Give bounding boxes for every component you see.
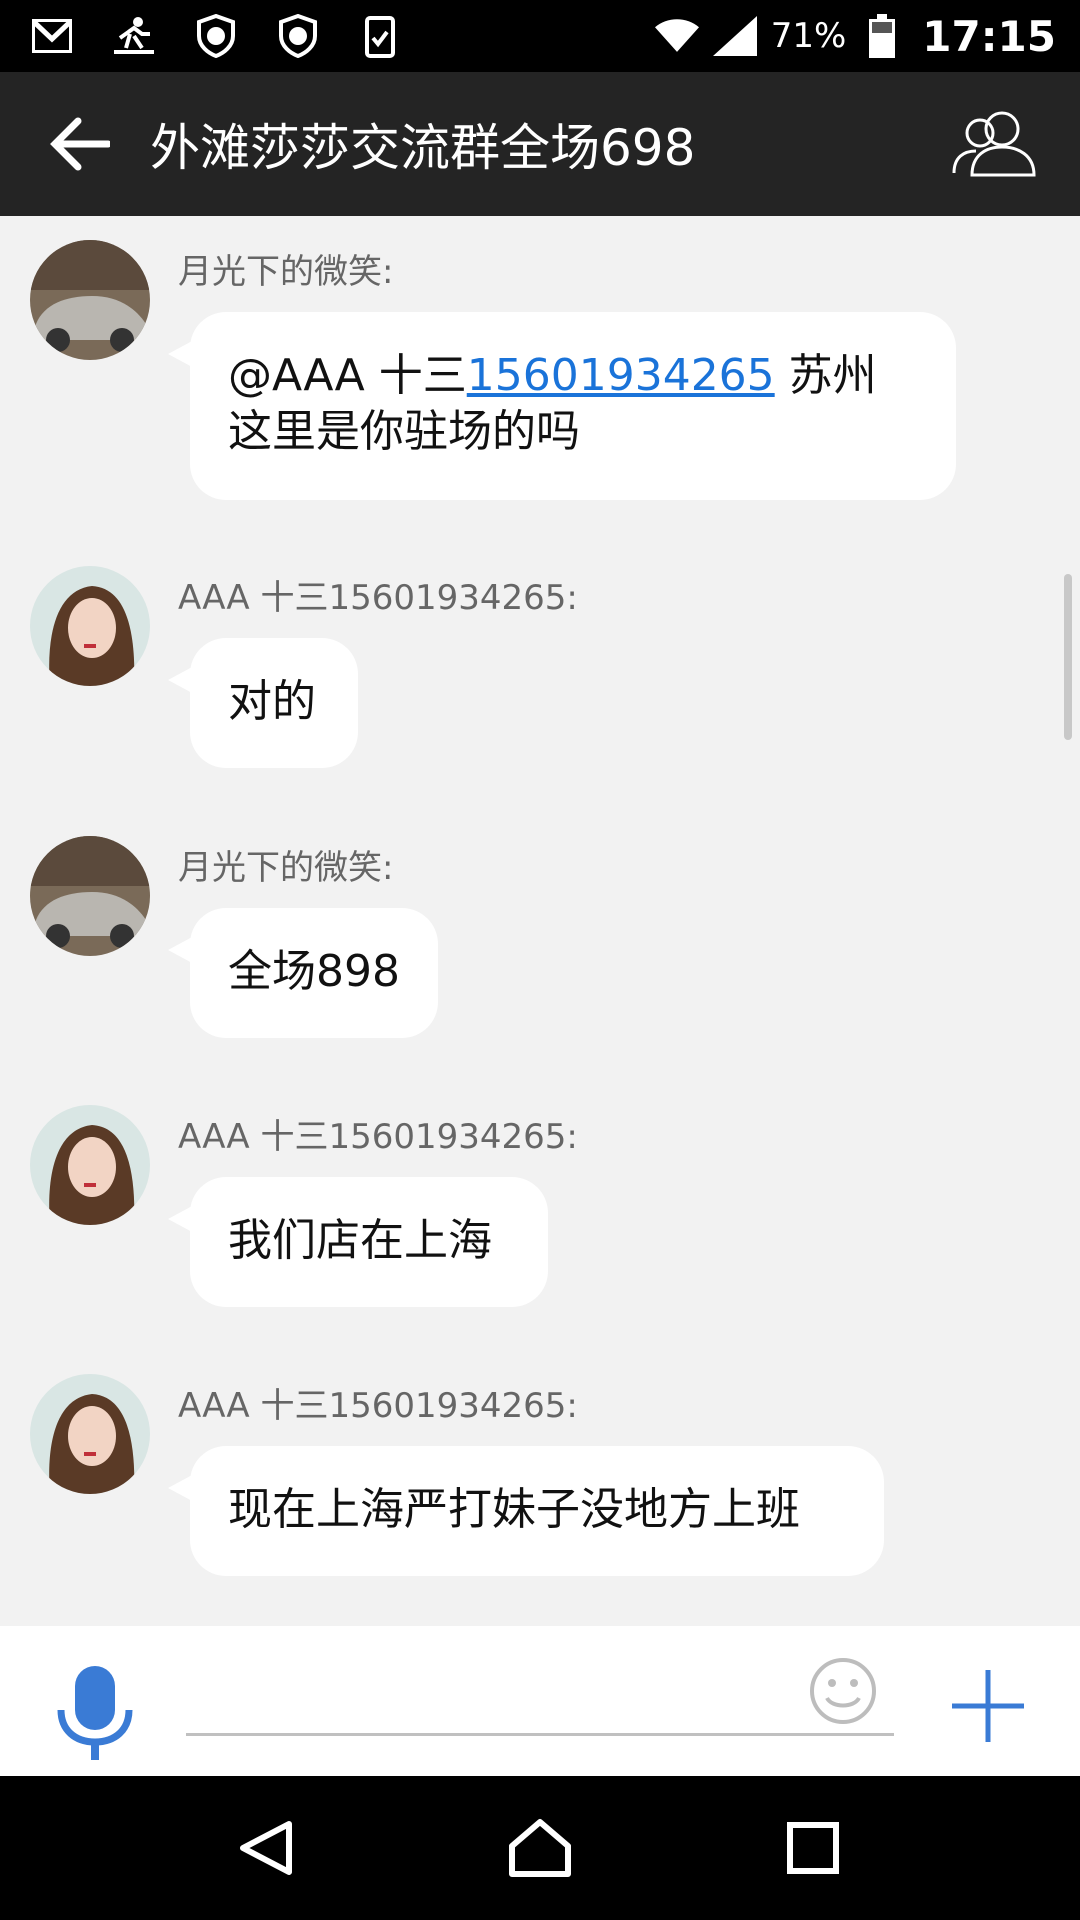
woman-avatar[interactable] xyxy=(30,1105,150,1225)
clipboard-check-icon xyxy=(358,14,402,58)
signal-icon xyxy=(712,14,757,58)
clock: 17:15 xyxy=(922,11,1056,61)
message-bubble[interactable]: 对的 xyxy=(168,638,358,768)
chat-screen: 71% 17:15 外滩莎莎交流群全场698 月光下的微笑: @AAA 十三15… xyxy=(0,0,1080,1920)
message-bubble[interactable]: 现在上海严打妹子没地方上班 xyxy=(168,1446,884,1576)
sender-name: 月光下的微笑: xyxy=(178,848,394,888)
message-input[interactable] xyxy=(186,1656,894,1736)
arrow-left-icon xyxy=(50,117,110,171)
sender-name: 月光下的微笑: xyxy=(178,252,394,292)
status-bar: 71% 17:15 xyxy=(0,0,1080,72)
shield-y-icon xyxy=(194,14,238,58)
plus-icon xyxy=(952,1670,1024,1742)
car-avatar[interactable] xyxy=(30,240,150,360)
recents-icon xyxy=(787,1822,840,1874)
woman-avatar[interactable] xyxy=(30,566,150,686)
back-triangle-icon xyxy=(239,1821,292,1875)
nav-back-button[interactable] xyxy=(217,1798,317,1898)
sender-name: AAA 十三15601934265: xyxy=(178,1117,578,1157)
voice-input-button[interactable] xyxy=(55,1664,135,1764)
system-nav-bar xyxy=(0,1776,1080,1920)
battery-percent: 71% xyxy=(770,16,847,56)
car-avatar[interactable] xyxy=(30,836,150,956)
more-options-button[interactable] xyxy=(948,1666,1028,1746)
message-bubble[interactable]: 全场898 xyxy=(168,908,438,1038)
microphone-icon xyxy=(57,1666,133,1760)
group-members-icon xyxy=(952,111,1036,177)
message-bubble[interactable]: @AAA 十三15601934265 苏州 这里是你驻场的吗 xyxy=(168,312,956,500)
gmail-icon xyxy=(30,14,74,58)
scrollbar-thumb[interactable] xyxy=(1064,574,1072,740)
nav-recents-button[interactable] xyxy=(763,1798,863,1898)
delivery-icon xyxy=(112,14,156,58)
group-members-button[interactable] xyxy=(940,89,1050,199)
woman-avatar[interactable] xyxy=(30,1374,150,1494)
nav-home-button[interactable] xyxy=(490,1798,590,1898)
smiley-icon xyxy=(810,1658,876,1724)
shield-y-icon xyxy=(276,14,320,58)
home-icon xyxy=(508,1819,571,1877)
sender-name: AAA 十三15601934265: xyxy=(178,578,578,618)
wifi-icon xyxy=(654,14,699,58)
app-bar: 外滩莎莎交流群全场698 xyxy=(0,72,1080,216)
emoji-button[interactable] xyxy=(808,1656,878,1726)
sender-name: AAA 十三15601934265: xyxy=(178,1386,578,1426)
phone-link[interactable]: 15601934265 xyxy=(467,350,775,401)
page-title: 外滩莎莎交流群全场698 xyxy=(150,119,696,177)
battery-icon xyxy=(860,14,904,58)
back-button[interactable] xyxy=(30,94,130,194)
input-bar xyxy=(0,1626,1080,1776)
message-list[interactable]: 月光下的微笑: @AAA 十三15601934265 苏州 这里是你驻场的吗 A… xyxy=(0,216,1080,1626)
message-bubble[interactable]: 我们店在上海 xyxy=(168,1177,548,1307)
